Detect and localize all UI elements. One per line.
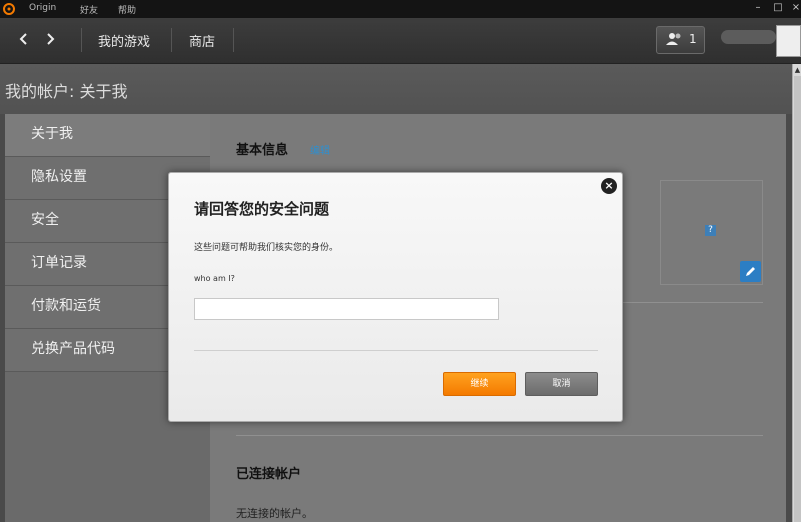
title-bar: Origin 好友 帮助 – □ × [0, 0, 801, 18]
security-question-label: who am I? [194, 274, 235, 283]
basic-info-heading: 基本信息 [236, 143, 289, 158]
page-title: 我的帐户: 关于我 [5, 82, 128, 101]
nav-my-games[interactable]: 我的游戏 [98, 31, 150, 50]
menu-friends[interactable]: 好友 [80, 3, 98, 16]
friends-count: 1 [689, 32, 697, 46]
close-window-button[interactable]: × [786, 0, 801, 18]
cancel-button[interactable]: 取消 [525, 372, 598, 396]
maximize-button[interactable]: □ [768, 0, 788, 18]
section-divider [236, 435, 763, 436]
nav-separator [171, 28, 172, 52]
minimize-button[interactable]: – [748, 0, 768, 18]
no-connected-accounts-text: 无连接的帐户。 [236, 507, 313, 520]
back-arrow-icon[interactable] [16, 30, 32, 48]
menu-help[interactable]: 帮助 [118, 3, 136, 16]
dialog-title: 请回答您的安全问题 [194, 200, 330, 218]
avatar[interactable] [776, 25, 801, 57]
friends-icon [666, 33, 681, 45]
vertical-scrollbar[interactable]: ▲ [792, 64, 801, 522]
dialog-description: 这些问题可帮助我们核实您的身份。 [194, 243, 339, 253]
friends-button[interactable]: 1 [656, 26, 705, 54]
edit-link[interactable]: 编辑 [310, 142, 330, 157]
nav-separator [81, 28, 82, 52]
edit-pencil-icon[interactable] [740, 261, 761, 282]
origin-logo-icon [3, 3, 15, 15]
nav-store[interactable]: 商店 [189, 31, 215, 50]
security-question-dialog: × 请回答您的安全问题 这些问题可帮助我们核实您的身份。 who am I? 继… [168, 172, 623, 422]
forward-arrow-icon[interactable] [42, 30, 58, 48]
scroll-thumb[interactable] [794, 76, 801, 522]
close-icon[interactable]: × [601, 178, 617, 194]
username-pill[interactable] [721, 30, 776, 44]
nav-separator [233, 28, 234, 52]
sidebar-item-about-me[interactable]: 关于我 [5, 114, 210, 157]
continue-button[interactable]: 继续 [443, 372, 516, 396]
help-icon[interactable]: ? [705, 225, 716, 236]
menu-origin[interactable]: Origin [29, 3, 56, 13]
dialog-divider [194, 350, 598, 351]
connected-accounts-heading: 已连接帐户 [236, 467, 302, 482]
page-header: 我的帐户: 关于我 [0, 64, 792, 114]
security-answer-input[interactable] [194, 298, 499, 320]
scroll-up-icon[interactable]: ▲ [793, 66, 801, 74]
nav-bar: 我的游戏 商店 1 [0, 18, 801, 64]
